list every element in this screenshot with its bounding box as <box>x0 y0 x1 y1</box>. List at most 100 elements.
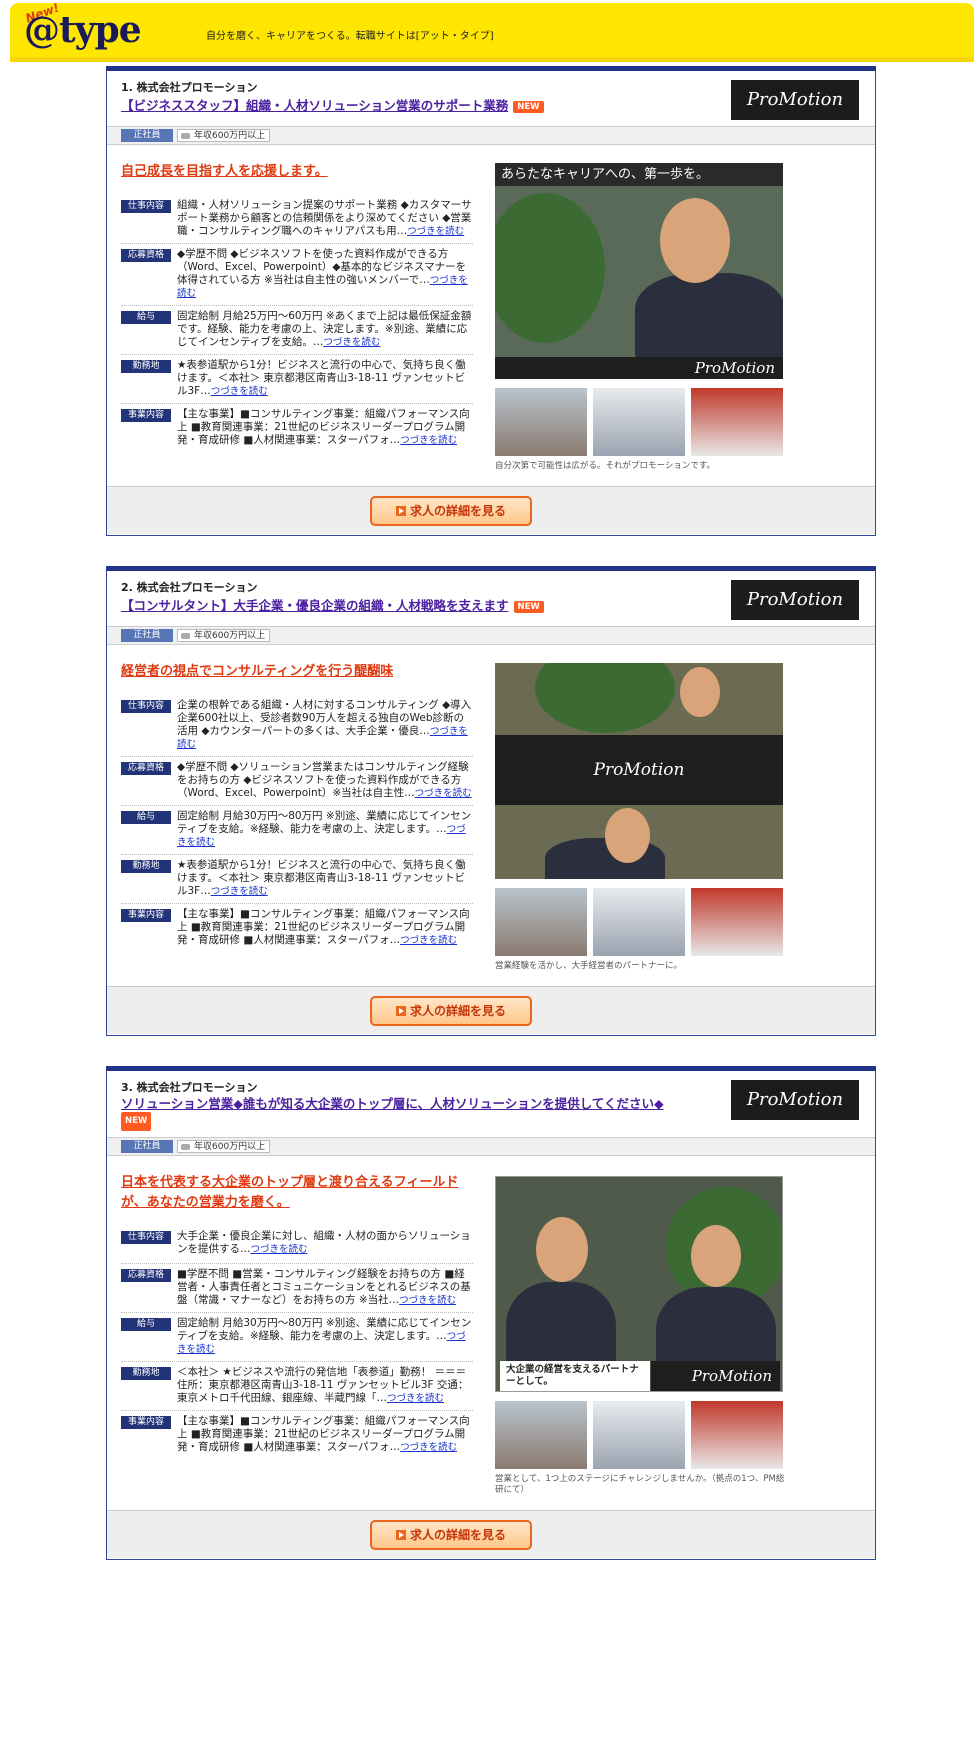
site-logo[interactable]: @type <box>24 9 142 51</box>
row-biz: 事業内容 【主な事業】■コンサルティング事業：組織パフォーマンス向上 ■教育関連事… <box>121 904 473 952</box>
row-req: 応募資格 ◆学歴不問 ◆ビジネスソフトを使った資料作成ができる方（Word、Exc… <box>121 244 473 306</box>
row-work: 仕事内容 企業の根幹である組織・人材に対するコンサルティング ◆導入企業600社以… <box>121 695 473 757</box>
face-shape <box>680 667 720 717</box>
row-pay: 給与 固定給制 月給30万円～80万円 ※別途、業績に応じてインセンティブを支給。… <box>121 1313 473 1362</box>
job-title-link[interactable]: 【コンサルタント】大手企業・優良企業の組織・人材戦略を支えます NEW <box>121 595 544 614</box>
work-text: 大手企業・優良企業に対し、組織・人材の面からソリューションを提供する… <box>177 1230 471 1255</box>
main-photo: ProMotion <box>495 663 783 879</box>
label-pay: 給与 <box>121 1318 171 1331</box>
label-biz: 事業内容 <box>121 409 171 422</box>
label-biz: 事業内容 <box>121 1416 171 1429</box>
job-title-area: 2. 株式会社プロモーション 【コンサルタント】大手企業・優良企業の組織・人材戦… <box>107 571 875 627</box>
row-req: 応募資格 ■学歴不問 ■営業・コンサルティング経験をお持ちの方 ■経営者・人事責任… <box>121 1264 473 1313</box>
card-footer: 求人の詳細を見る <box>107 1510 875 1558</box>
photo-caption: あらたなキャリアへの、第一歩を。 <box>495 163 783 186</box>
thumbnail-office <box>691 388 783 456</box>
employment-type-tag: 正社員 <box>121 1140 173 1153</box>
read-more-link[interactable]: つづきを読む <box>211 886 268 897</box>
catch-copy[interactable]: 日本を代表する大企業のトップ層と渡り合えるフィールドが、あなたの営業力を磨く。 <box>121 1173 476 1213</box>
thumbnail-building <box>495 388 587 456</box>
main-photo: あらたなキャリアへの、第一歩を。 ProMotion <box>495 163 783 379</box>
photo-logo: ProMotion <box>651 1361 780 1391</box>
label-pay: 給与 <box>121 311 171 324</box>
read-more-link[interactable]: つづきを読む <box>211 386 268 397</box>
catch-copy[interactable]: 自己成長を目指す人を応援します。 <box>121 162 476 182</box>
job-detail-rows: 仕事内容 大手企業・優良企業に対し、組織・人材の面からソリューションを提供する…つ… <box>121 1226 473 1459</box>
photo-logo: ProMotion <box>495 357 783 379</box>
photo-caption: 大企業の経営を支えるパートナーとして。 <box>500 1361 650 1391</box>
pay-text: 固定給制 月給30万円～80万円 ※別途、業績に応じてインセンティブを支給。※経… <box>177 1317 472 1342</box>
job-title-text[interactable]: 【ビジネススタッフ】組織・人材ソリューション営業のサポート業務 <box>121 98 508 113</box>
company-name: 2. 株式会社プロモーション <box>121 581 258 594</box>
thumbnail-staff <box>593 1401 685 1469</box>
row-biz: 事業内容 【主な事業】■コンサルティング事業：組織パフォーマンス向上 ■教育関連事… <box>121 404 473 452</box>
face-shape <box>536 1217 588 1282</box>
label-work: 仕事内容 <box>121 700 171 713</box>
read-more-link[interactable]: つづきを読む <box>399 1295 456 1306</box>
row-pay: 給与 固定給制 月給25万円～60万円 ※あくまで上記は最低保証金額です。経験、能… <box>121 306 473 355</box>
read-more-link[interactable]: つづきを読む <box>407 226 464 237</box>
thumbnail-building <box>495 888 587 956</box>
job-title-text[interactable]: ソリューション営業◆誰もが知る大企業のトップ層に、人材ソリューションを提供してく… <box>121 1096 664 1111</box>
label-loc: 勤務地 <box>121 860 171 873</box>
view-details-button[interactable]: 求人の詳細を見る <box>370 496 532 526</box>
label-pay: 給与 <box>121 811 171 824</box>
photo-subcaption: 営業経験を活かし、大手経営者のパートナーに。 <box>495 961 683 971</box>
new-badge: NEW <box>513 600 544 613</box>
salary-tag: 年収600万円以上 <box>177 629 271 642</box>
row-work: 仕事内容 大手企業・優良企業に対し、組織・人材の面からソリューションを提供する…つ… <box>121 1226 473 1264</box>
job-title-text[interactable]: 【コンサルタント】大手企業・優良企業の組織・人材戦略を支えます <box>121 598 509 613</box>
view-details-label: 求人の詳細を見る <box>409 504 506 518</box>
salary-tag: 年収600万円以上 <box>177 1140 271 1153</box>
job-title-area: 1. 株式会社プロモーション 【ビジネススタッフ】組織・人材ソリューション営業の… <box>107 71 875 127</box>
thumbnail-staff <box>593 888 685 956</box>
row-loc: 勤務地 ★表参道駅から1分！ビジネスと流行の中心で、気持ち良く働けます。＜本社＞ … <box>121 355 473 404</box>
read-more-link[interactable]: つづきを読む <box>387 1393 444 1404</box>
read-more-link[interactable]: つづきを読む <box>400 435 457 446</box>
read-more-link[interactable]: つづきを読む <box>415 788 472 799</box>
job-title-link[interactable]: 【ビジネススタッフ】組織・人材ソリューション営業のサポート業務 NEW <box>121 95 544 114</box>
job-detail-rows: 仕事内容 企業の根幹である組織・人材に対するコンサルティング ◆導入企業600社以… <box>121 695 473 952</box>
job-tags: 正社員 年収600万円以上 <box>107 127 875 145</box>
employment-type-tag: 正社員 <box>121 629 173 642</box>
row-loc: 勤務地 ★表参道駅から1分！ビジネスと流行の中心で、気持ち良く働けます。＜本社＞ … <box>121 855 473 904</box>
photo-subcaption: 自分次第で可能性は広がる。それがプロモーションです。 <box>495 461 715 471</box>
person-shape <box>635 273 783 363</box>
site-tagline: 自分を磨く、キャリアをつくる。転職サイトは[アット・タイプ] <box>206 31 494 42</box>
view-details-button[interactable]: 求人の詳細を見る <box>370 996 532 1026</box>
thumbnail-row <box>495 388 783 456</box>
new-badge: NEW <box>121 1112 152 1131</box>
play-icon <box>395 506 406 516</box>
thumbnail-staff <box>593 388 685 456</box>
plant-shape <box>535 663 675 733</box>
header-underline <box>10 57 974 62</box>
main-photo: 大企業の経営を支えるパートナーとして。 ProMotion <box>495 1176 783 1392</box>
read-more-link[interactable]: つづきを読む <box>400 1442 457 1453</box>
company-logo: ProMotion <box>731 1080 859 1120</box>
company-name: 1. 株式会社プロモーション <box>121 81 258 94</box>
catch-copy[interactable]: 経営者の視点でコンサルティングを行う醍醐味 <box>121 662 476 682</box>
label-work: 仕事内容 <box>121 200 171 213</box>
read-more-link[interactable]: つづきを読む <box>323 337 380 348</box>
label-req: 応募資格 <box>121 762 171 775</box>
view-details-button[interactable]: 求人の詳細を見る <box>370 1520 532 1550</box>
photo-subcaption: 営業として、1つ上のステージにチャレンジしませんか。（拠点の1つ、PM総研にて） <box>495 1474 785 1495</box>
face-shape <box>660 198 730 283</box>
company-logo: ProMotion <box>731 80 859 120</box>
plant-shape <box>495 193 605 343</box>
read-more-link[interactable]: つづきを読む <box>251 1244 308 1255</box>
thumbnail-office <box>691 1401 783 1469</box>
read-more-link[interactable]: つづきを読む <box>400 935 457 946</box>
card-footer: 求人の詳細を見る <box>107 486 875 534</box>
row-work: 仕事内容 組織・人材ソリューション提案のサポート業務 ◆カスタマーサポート業務から… <box>121 195 473 244</box>
job-title-link[interactable]: ソリューション営業◆誰もが知る大企業のトップ層に、人材ソリューションを提供してく… <box>121 1095 711 1131</box>
job-card-1: 1. 株式会社プロモーション 【ビジネススタッフ】組織・人材ソリューション営業の… <box>106 66 876 536</box>
thumbnail-building <box>495 1401 587 1469</box>
job-tags: 正社員 年収600万円以上 <box>107 627 875 645</box>
job-card-2: 2. 株式会社プロモーション 【コンサルタント】大手企業・優良企業の組織・人材戦… <box>106 566 876 1036</box>
label-biz: 事業内容 <box>121 909 171 922</box>
thumbnail-row <box>495 1401 783 1469</box>
job-detail-rows: 仕事内容 組織・人材ソリューション提案のサポート業務 ◆カスタマーサポート業務から… <box>121 195 473 452</box>
row-req: 応募資格 ◆学歴不問 ◆ソリューション営業またはコンサルティング経験をお持ちの方 … <box>121 757 473 806</box>
site-header: New! @type 自分を磨く、キャリアをつくる。転職サイトは[アット・タイプ… <box>10 0 974 57</box>
